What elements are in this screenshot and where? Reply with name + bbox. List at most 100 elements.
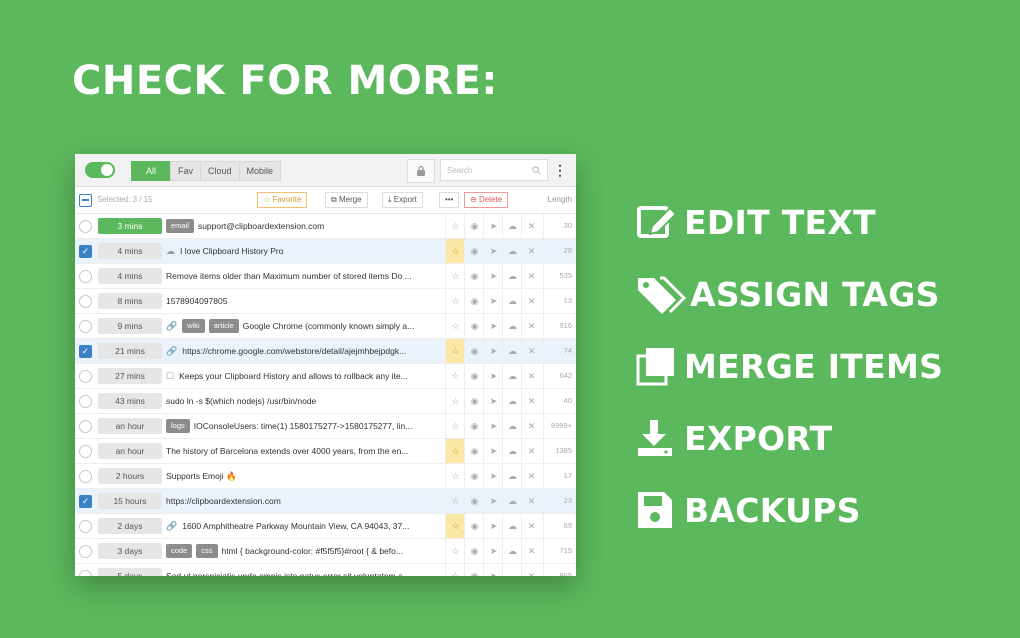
more-menu-icon[interactable]: ⋮: [553, 160, 567, 180]
row-checkbox[interactable]: [79, 520, 92, 533]
eye-icon[interactable]: ◉: [464, 414, 484, 438]
search-input[interactable]: Search: [440, 159, 548, 181]
row-content[interactable]: The history of Barcelona extends over 40…: [166, 439, 444, 463]
star-icon[interactable]: ☆: [445, 464, 465, 488]
row-checkbox-checked[interactable]: ✓: [79, 245, 92, 258]
table-row[interactable]: 2 hours Supports Emoji 🔥 ☆ ◉ ➤ ☁ ✕ 17: [75, 464, 576, 489]
tag-badge[interactable]: logs: [166, 419, 190, 433]
table-row[interactable]: an hour The history of Barcelona extends …: [75, 439, 576, 464]
row-content[interactable]: Supports Emoji 🔥: [166, 464, 444, 488]
tag-badge[interactable]: article: [208, 319, 239, 333]
cloud-upload-icon[interactable]: ☁: [502, 339, 522, 363]
close-icon[interactable]: ✕: [521, 339, 541, 363]
star-icon[interactable]: ☆: [445, 239, 465, 263]
cloud-upload-icon[interactable]: ☁: [502, 214, 522, 238]
send-icon[interactable]: ➤: [483, 339, 503, 363]
eye-icon[interactable]: ◉: [464, 564, 484, 576]
eye-icon[interactable]: ◉: [464, 264, 484, 288]
tab-cloud[interactable]: Cloud: [200, 161, 240, 181]
eye-icon[interactable]: ◉: [464, 514, 484, 538]
send-icon[interactable]: ➤: [483, 314, 503, 338]
export-button[interactable]: ⤓ Export: [382, 192, 423, 208]
row-content[interactable]: 🔗 https://chrome.google.com/webstore/deta…: [166, 339, 444, 363]
cloud-upload-icon[interactable]: ☁: [502, 389, 522, 413]
cloud-upload-icon[interactable]: ☁: [502, 489, 522, 513]
row-checkbox-checked[interactable]: ✓: [79, 495, 92, 508]
close-icon[interactable]: ✕: [521, 439, 541, 463]
table-row[interactable]: ✓ 15 hours https://clipboardextension.com ☆…: [75, 489, 576, 514]
table-row[interactable]: ✓ 4 mins ☁ I love Clipboard History Pro ☆ ◉ ➤ ☁…: [75, 239, 576, 264]
send-icon[interactable]: ➤: [483, 439, 503, 463]
send-icon[interactable]: ➤: [483, 364, 503, 388]
merge-button[interactable]: ⧉ Merge: [325, 192, 368, 208]
row-content[interactable]: code css html { background-color: #f5f5f5}…: [166, 539, 444, 563]
cloud-upload-icon[interactable]: ☁: [502, 414, 522, 438]
star-icon[interactable]: ☆: [445, 414, 465, 438]
close-icon[interactable]: ✕: [521, 414, 541, 438]
table-row[interactable]: an hour logs IOConsoleUsers: time(1) 15801…: [75, 414, 576, 439]
send-icon[interactable]: ➤: [483, 264, 503, 288]
eye-icon[interactable]: ◉: [464, 339, 484, 363]
tab-fav[interactable]: Fav: [170, 161, 202, 181]
eye-icon[interactable]: ◉: [464, 364, 484, 388]
close-icon[interactable]: ✕: [521, 264, 541, 288]
send-icon[interactable]: ➤: [483, 539, 503, 563]
close-icon[interactable]: ✕: [521, 489, 541, 513]
row-content[interactable]: Sed ut perspiciatis unde omnis iste natu…: [166, 564, 444, 576]
close-icon[interactable]: ✕: [521, 514, 541, 538]
send-icon[interactable]: ➤: [483, 564, 503, 576]
row-checkbox-checked[interactable]: ✓: [79, 345, 92, 358]
close-icon[interactable]: ✕: [521, 239, 541, 263]
eye-icon[interactable]: ◉: [464, 539, 484, 563]
star-icon[interactable]: ☆: [445, 489, 465, 513]
delete-button[interactable]: ⊖ Delete: [464, 192, 509, 208]
close-icon[interactable]: ✕: [521, 389, 541, 413]
close-icon[interactable]: ✕: [521, 289, 541, 313]
cloud-upload-icon[interactable]: ☁: [502, 264, 522, 288]
close-icon[interactable]: ✕: [521, 539, 541, 563]
send-icon[interactable]: ➤: [483, 389, 503, 413]
row-checkbox[interactable]: [79, 545, 92, 558]
star-icon[interactable]: ☆: [445, 289, 465, 313]
row-checkbox[interactable]: [79, 395, 92, 408]
row-checkbox[interactable]: [79, 470, 92, 483]
eye-icon[interactable]: ◉: [464, 439, 484, 463]
row-content[interactable]: https://clipboardextension.com: [166, 489, 444, 513]
close-icon[interactable]: ✕: [521, 564, 541, 576]
send-icon[interactable]: ➤: [483, 514, 503, 538]
close-icon[interactable]: ✕: [521, 314, 541, 338]
cloud-upload-icon[interactable]: ☁: [502, 539, 522, 563]
row-checkbox[interactable]: [79, 220, 92, 233]
row-checkbox[interactable]: [79, 420, 92, 433]
eye-icon[interactable]: ◉: [464, 239, 484, 263]
send-icon[interactable]: ➤: [483, 464, 503, 488]
send-icon[interactable]: ➤: [483, 214, 503, 238]
cloud-upload-icon[interactable]: ☁: [502, 239, 522, 263]
eye-icon[interactable]: ◉: [464, 314, 484, 338]
select-all-checkbox[interactable]: [79, 194, 92, 207]
star-icon[interactable]: ☆: [445, 364, 465, 388]
table-row[interactable]: 9 mins 🔗 wiki article Google Chrome (commonl…: [75, 314, 576, 339]
row-content[interactable]: logs IOConsoleUsers: time(1) 1580175277->…: [166, 414, 444, 438]
row-content[interactable]: 🔗 wiki article Google Chrome (commonly know…: [166, 314, 444, 338]
table-row[interactable]: 5 days Sed ut perspiciatis unde omnis ist…: [75, 564, 576, 576]
star-icon[interactable]: ☆: [445, 564, 465, 576]
cloud-upload-icon[interactable]: ☁: [502, 314, 522, 338]
row-content[interactable]: sudo ln -s $(which nodejs) /usr/bin/node: [166, 389, 444, 413]
tag-badge[interactable]: email: [166, 219, 194, 233]
lock-button[interactable]: [407, 159, 435, 183]
cloud-upload-icon[interactable]: ☁: [502, 289, 522, 313]
star-icon[interactable]: ☆: [445, 539, 465, 563]
send-icon[interactable]: ➤: [483, 489, 503, 513]
cloud-upload-icon[interactable]: ☁: [502, 439, 522, 463]
row-checkbox[interactable]: [79, 370, 92, 383]
send-icon[interactable]: ➤: [483, 289, 503, 313]
row-content[interactable]: ☐ Keeps your Clipboard History and allows…: [166, 364, 444, 388]
close-icon[interactable]: ✕: [521, 214, 541, 238]
eye-icon[interactable]: ◉: [464, 489, 484, 513]
row-content[interactable]: 🔗 1600 Amphitheatre Parkway Mountain View…: [166, 514, 444, 538]
star-icon[interactable]: ☆: [445, 339, 465, 363]
row-checkbox[interactable]: [79, 445, 92, 458]
table-row[interactable]: 27 mins ☐ Keeps your Clipboard History and…: [75, 364, 576, 389]
send-icon[interactable]: ➤: [483, 414, 503, 438]
